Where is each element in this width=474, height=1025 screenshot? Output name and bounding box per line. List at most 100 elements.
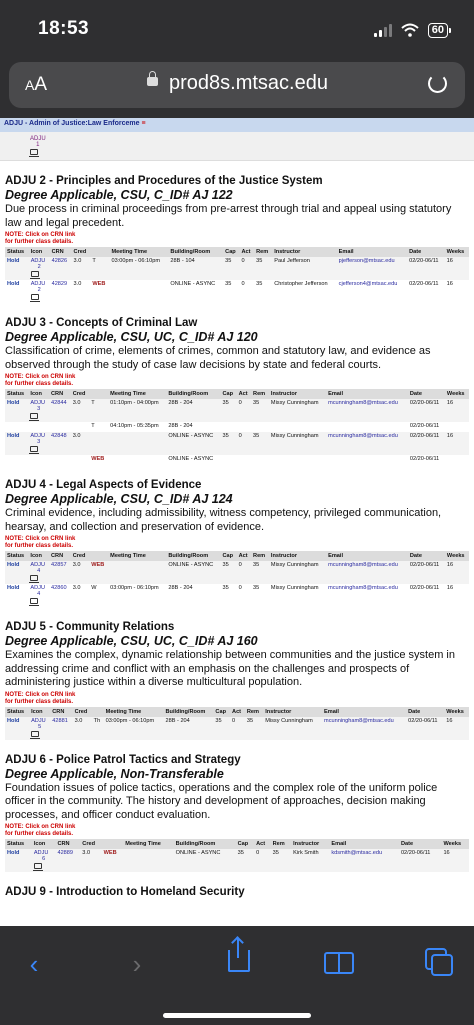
table-cell: ADJU 6 (31, 849, 56, 872)
column-header: Building/Room (173, 839, 236, 849)
crn-link[interactable]: 42889 (57, 850, 73, 856)
table-cell: mcunningham8@mtsac.edu (326, 561, 408, 584)
crn-link[interactable]: 42826 (52, 258, 68, 264)
table-cell: ONLINE - ASYNC (173, 849, 236, 872)
date-range: 02/20-06/11 (409, 585, 440, 591)
status-hold-link[interactable]: Hold (7, 400, 19, 406)
course-icon-link[interactable]: ADJU 4 (29, 562, 47, 583)
date-range: 02/20-06/11 (408, 717, 438, 724)
bookmarks-icon[interactable] (324, 952, 354, 974)
column-header: Rem (254, 247, 273, 257)
table-row: Hold ADJU 3 42844 3.0 T 01:10pm - 04:00pm 28B -… (5, 399, 469, 422)
email-link[interactable]: mcunningham8@mtsac.edu (324, 718, 394, 724)
crn-link[interactable]: 42829 (52, 281, 68, 287)
course-icon-link[interactable]: ADJU 2 (29, 258, 48, 279)
table-cell: Hold (5, 849, 32, 872)
course-icon-link[interactable]: ADJU 6 (32, 850, 54, 871)
status-hold-link[interactable]: Hold (7, 562, 19, 568)
remaining: 35 (272, 850, 279, 856)
crn-link[interactable]: 42857 (51, 562, 67, 568)
table-cell: Paul Jefferson (272, 257, 337, 280)
tabs-icon[interactable] (425, 948, 453, 976)
table-cell: 42881 (50, 716, 73, 740)
table-cell: 35 (223, 280, 240, 303)
menu-icon[interactable]: ≡ (141, 120, 145, 127)
crn-link[interactable]: 42860 (51, 585, 67, 591)
table-cell: 3.0 (71, 257, 91, 280)
crn-link[interactable]: 42848 (51, 433, 67, 439)
table-cell: 35 (254, 257, 273, 280)
table-cell: 0 (254, 849, 271, 872)
table-cell: ADJU 4 (28, 584, 50, 607)
table-cell: 16 (444, 399, 469, 422)
weeks: 16 (446, 281, 453, 287)
instructor: Kirk Smith (293, 850, 319, 856)
enrolled: 0 (241, 258, 245, 264)
reader-options-button[interactable]: AA (25, 74, 47, 96)
reload-icon[interactable] (428, 74, 447, 93)
table-cell: 3.0 (70, 432, 90, 455)
table-cell: 0 (239, 257, 255, 280)
course-icon-link[interactable]: ADJU 4 (29, 585, 47, 606)
status-hold-link[interactable]: Hold (7, 718, 19, 724)
section-table: Status Icon CRN Cred Meeting Time Building/Ro… (5, 247, 469, 303)
course-description: Due process in criminal proceedings from… (5, 203, 452, 229)
enrolled: 0 (241, 281, 245, 287)
status-hold-link[interactable]: Hold (7, 585, 19, 591)
share-icon[interactable] (228, 938, 250, 972)
section-table: Status Icon CRN Cred Meeting Time Building/Ro… (5, 839, 469, 872)
table-cell: 16 (444, 716, 469, 740)
email-link[interactable]: kdsmith@mtsac.edu (331, 850, 382, 856)
status-hold-link[interactable]: Hold (7, 850, 19, 856)
table-cell: ADJU 5 (29, 716, 51, 740)
table-cell (49, 422, 71, 432)
date-range: 02/20-06/11 (409, 400, 440, 406)
email-link[interactable]: mcunningham8@mtsac.edu (328, 585, 398, 591)
online-laptop-icon (29, 575, 40, 583)
course-icon-link[interactable]: ADJU 2 (29, 281, 48, 302)
wifi-icon (401, 23, 419, 37)
table-cell (268, 455, 327, 465)
status-hold-link[interactable]: Hold (7, 281, 19, 287)
table-cell: Christopher Jefferson (272, 280, 337, 303)
table-cell (444, 422, 469, 432)
crn-link[interactable]: 42844 (51, 400, 67, 406)
email-link[interactable]: pjefferson@mtsac.edu (339, 258, 395, 264)
column-header: Icon (28, 389, 50, 399)
remaining: 35 (253, 433, 260, 439)
course-title: ADJU 2 - Principles and Procedures of th… (5, 175, 323, 187)
remaining: 35 (253, 585, 260, 591)
status-hold-link[interactable]: Hold (7, 258, 19, 264)
table-cell: 35 (244, 716, 264, 740)
email-link[interactable]: cjefferson4@mtsac.edu (339, 281, 398, 287)
table-cell (326, 422, 408, 432)
course-description: Foundation issues of police tactics, ope… (5, 781, 438, 821)
column-header: Status (5, 706, 30, 717)
battery-icon: 60 (427, 22, 452, 38)
status-hold-link[interactable]: Hold (7, 433, 19, 439)
email-link[interactable]: mcunningham8@mtsac.edu (328, 562, 398, 568)
crn-note: NOTE: Click on CRN link for further class… (5, 691, 76, 705)
credits: 3.0 (73, 281, 82, 287)
table-cell: 42860 (49, 584, 71, 607)
meeting-day: WEB (91, 456, 105, 462)
email-link[interactable]: mcunningham8@mtsac.edu (328, 433, 398, 439)
meeting-day: WEB (92, 281, 106, 287)
course-icon-link[interactable]: ADJU 5 (30, 718, 48, 739)
meeting-time: 03:00pm - 06:10pm (110, 585, 159, 591)
url-text[interactable]: prod8s.mtsac.edu (169, 72, 328, 95)
address-bar[interactable]: AA prod8s.mtsac.edu (9, 62, 465, 108)
web-content[interactable]: ADJU - Admin of Justice:Law Enforceme ≡ … (0, 118, 474, 926)
date-range: 02/20-06/11 (409, 423, 440, 429)
table-row: Hold ADJU 5 42881 3.0 Th 03:00pm - 06:10pm 28B … (5, 716, 469, 740)
crn-link[interactable]: 42881 (52, 718, 68, 724)
course-icon-link[interactable]: ADJU 3 (29, 400, 47, 421)
column-header: Cap (220, 551, 237, 561)
course-subtitle: Degree Applicable, CSU, C_ID# AJ 122 (5, 188, 233, 202)
course-icon-link[interactable]: ADJU 3 (29, 433, 47, 454)
forward-button[interactable]: › (117, 944, 157, 984)
column-header: Email (326, 551, 408, 561)
table-cell: 02/20-06/11 (407, 455, 445, 465)
back-button[interactable]: ‹ (14, 944, 54, 984)
email-link[interactable]: mcunningham8@mtsac.edu (328, 400, 398, 406)
